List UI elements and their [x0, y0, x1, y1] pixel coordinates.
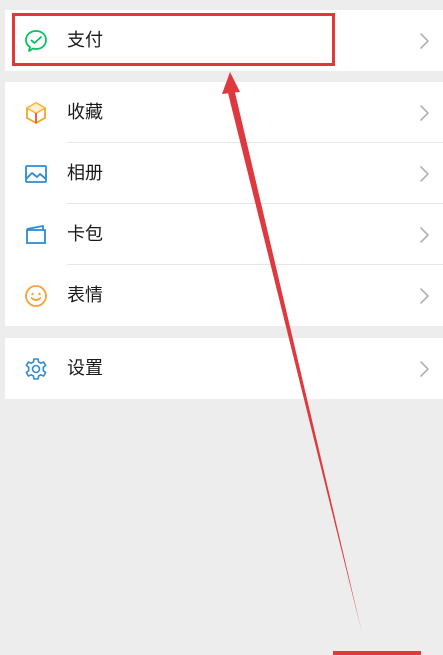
- menu-group-settings: 设置: [5, 338, 443, 399]
- album-picture-icon: [23, 161, 49, 187]
- menu-item-pay[interactable]: 支付: [5, 10, 443, 71]
- menu-item-label: 相册: [67, 163, 103, 184]
- card-wallet-icon: [23, 222, 49, 248]
- chevron-right-icon: [419, 287, 431, 305]
- menu-item-cards[interactable]: 卡包: [5, 204, 443, 265]
- menu-item-label: 表情: [67, 285, 103, 306]
- menu-item-album[interactable]: 相册: [5, 143, 443, 204]
- annotation-bottom-mark: [333, 651, 421, 655]
- menu-item-label: 收藏: [67, 102, 103, 123]
- chevron-right-icon: [419, 32, 431, 50]
- menu-item-favorites[interactable]: 收藏: [5, 82, 443, 143]
- menu-item-label: 设置: [67, 358, 103, 379]
- menu-item-stickers[interactable]: 表情: [5, 265, 443, 326]
- menu-group-pay: 支付: [5, 10, 443, 71]
- favorites-cube-icon: [23, 100, 49, 126]
- chevron-right-icon: [419, 226, 431, 244]
- menu-item-label: 卡包: [67, 224, 103, 245]
- chevron-right-icon: [419, 165, 431, 183]
- chevron-right-icon: [419, 104, 431, 122]
- menu-item-label: 支付: [67, 30, 103, 51]
- menu-group-main: 收藏 相册 卡包 表情: [5, 82, 443, 326]
- gear-icon: [23, 356, 49, 382]
- menu-item-settings[interactable]: 设置: [5, 338, 443, 399]
- wechat-pay-icon: [23, 28, 49, 54]
- smiley-icon: [23, 283, 49, 309]
- chevron-right-icon: [419, 360, 431, 378]
